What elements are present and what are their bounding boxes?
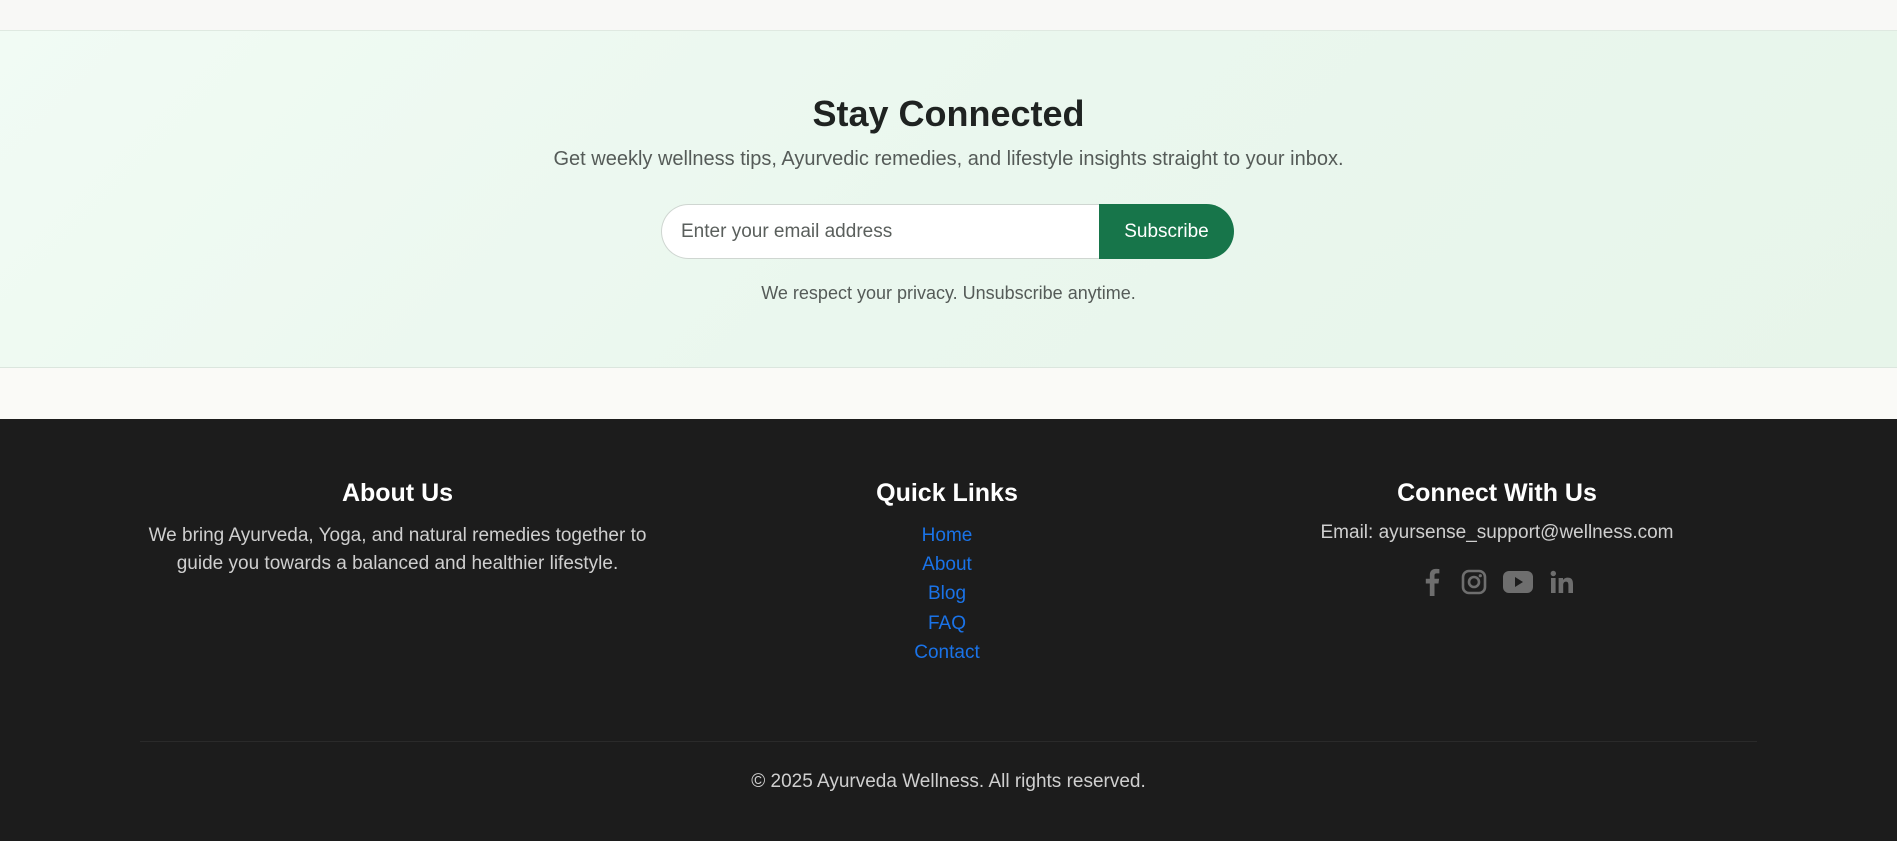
linkedin-icon[interactable] (1548, 568, 1576, 596)
quick-links-column: Quick Links Home About Blog FAQ Contact (797, 479, 1097, 668)
about-heading: About Us (341, 479, 454, 507)
youtube-icon[interactable] (1502, 568, 1534, 596)
connect-heading: Connect With Us (1397, 479, 1597, 507)
footer-divider (140, 741, 1757, 742)
section-gap (0, 368, 1897, 419)
subscribe-form: Subscribe (661, 204, 1234, 259)
footer-link-faq[interactable]: FAQ (928, 613, 966, 634)
contact-email: Email: ayursense_support@wellness.com (1320, 522, 1674, 543)
connect-column: Connect With Us Email: ayursense_support… (1297, 479, 1697, 596)
quick-links-list: Home About Blog FAQ Contact (797, 522, 1097, 668)
footer-link-about[interactable]: About (922, 554, 972, 575)
email-input[interactable] (661, 204, 1099, 259)
subscribe-button[interactable]: Subscribe (1099, 204, 1234, 259)
instagram-icon[interactable] (1460, 568, 1488, 596)
social-links (1297, 568, 1697, 596)
footer-link-home[interactable]: Home (922, 525, 973, 546)
privacy-note: We respect your privacy. Unsubscribe any… (761, 283, 1136, 303)
newsletter-title: Stay Connected (812, 93, 1085, 134)
copyright-text: © 2025 Ayurveda Wellness. All rights res… (751, 771, 1146, 792)
footer-link-contact[interactable]: Contact (914, 642, 979, 663)
facebook-icon[interactable] (1418, 568, 1446, 596)
footer-link-blog[interactable]: Blog (928, 583, 966, 604)
newsletter-subtitle: Get weekly wellness tips, Ayurvedic reme… (553, 148, 1344, 170)
quick-links-heading: Quick Links (876, 479, 1018, 507)
site-footer: About Us We bring Ayurveda, Yoga, and na… (0, 419, 1897, 841)
about-column: About Us We bring Ayurveda, Yoga, and na… (140, 479, 655, 578)
newsletter-section: Stay Connected Get weekly wellness tips,… (0, 31, 1897, 368)
top-strip (0, 0, 1897, 31)
about-text: We bring Ayurveda, Yoga, and natural rem… (148, 525, 647, 574)
